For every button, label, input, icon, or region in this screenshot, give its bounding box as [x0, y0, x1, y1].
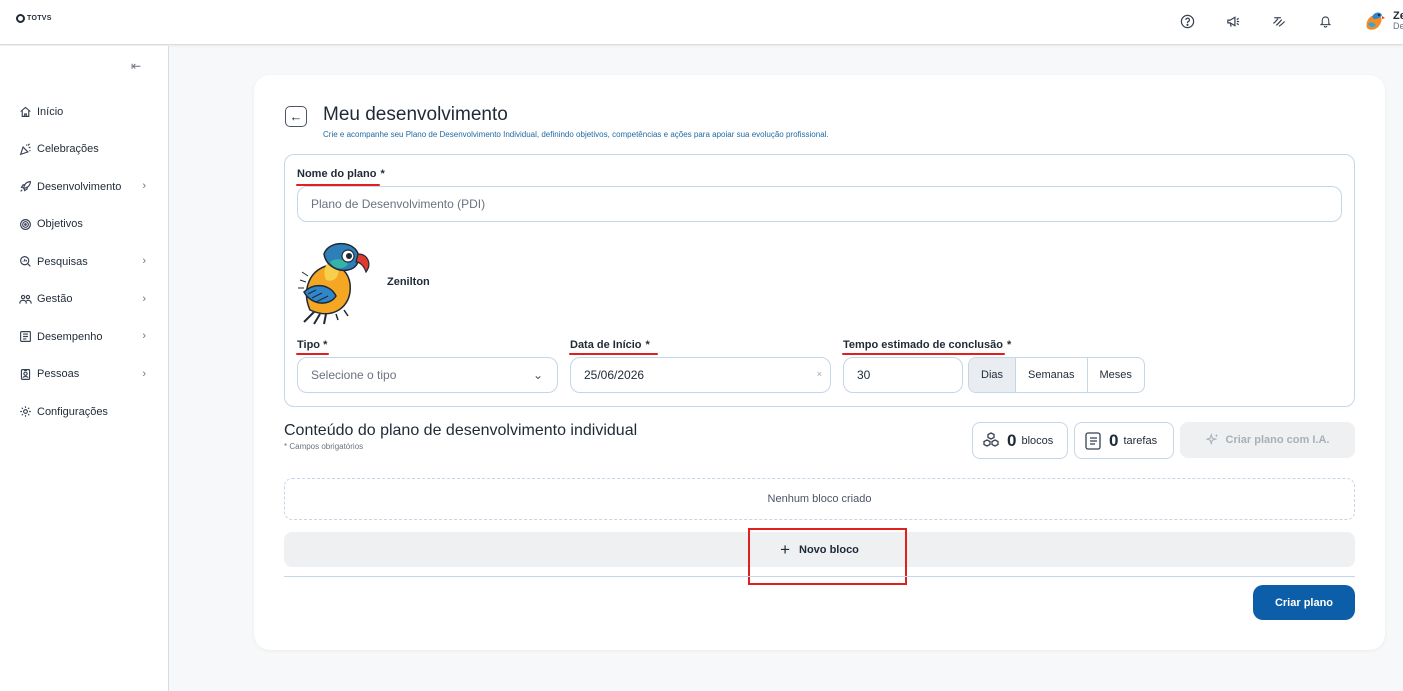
top-icons: Ze De — [1177, 8, 1403, 34]
people-icon — [19, 294, 32, 304]
top-bar: TOTVS Ze De — [0, 0, 1403, 45]
home-icon — [20, 106, 31, 118]
blocks-label: blocos — [1021, 434, 1054, 447]
unit-months-option[interactable]: Meses — [1088, 358, 1144, 392]
back-button[interactable]: ← — [285, 106, 307, 127]
start-date-label-text: Data de Início — [570, 339, 642, 351]
duration-value: 30 — [857, 368, 871, 382]
party-icon — [19, 143, 31, 156]
annotation-underline — [296, 353, 329, 355]
logo-mark-icon — [16, 14, 25, 23]
required-marker: * — [1006, 339, 1012, 351]
plan-name-input[interactable]: Plano de Desenvolvimento (PDI) — [297, 186, 1342, 222]
plan-name-label: Nome do plano * — [297, 168, 385, 180]
sidebar: ⇤ Início Celebrações Desenvolvimento › O… — [0, 46, 169, 691]
page-subtitle: Crie e acompanhe seu Plano de Desenvolvi… — [323, 130, 829, 139]
parrot-avatar — [298, 242, 370, 325]
content-section-title: Conteúdo do plano de desenvolvimento ind… — [284, 422, 638, 439]
start-date-value: 25/06/2026 — [584, 368, 645, 382]
create-with-ai-label: Criar plano com I.A. — [1225, 434, 1330, 446]
page-title: Meu desenvolvimento — [323, 104, 508, 125]
chevron-right-icon: › — [142, 180, 146, 192]
duration-label-text: Tempo estimado de conclusão — [843, 339, 1003, 351]
plan-name-label-text: Nome do plano — [297, 168, 377, 180]
logo-text: TOTVS — [27, 15, 52, 22]
sign-language-icon[interactable] — [1269, 11, 1289, 31]
sidebar-item-pesquisas[interactable]: Pesquisas › — [0, 243, 168, 281]
megaphone-icon[interactable] — [1223, 11, 1243, 31]
checklist-icon — [1085, 431, 1101, 450]
search-icon — [20, 256, 31, 268]
sidebar-item-pessoas[interactable]: Pessoas › — [0, 356, 168, 394]
duration-input[interactable]: 30 — [843, 357, 963, 393]
collapse-sidebar-icon[interactable]: ⇤ — [131, 59, 141, 73]
unit-weeks-option[interactable]: Semanas — [1016, 358, 1088, 392]
blocks-counter: 0 blocos — [972, 422, 1068, 459]
plan-form: Nome do plano * Plano de Desenvolvimento … — [284, 154, 1355, 407]
sidebar-item-label: Início — [37, 105, 64, 118]
create-plan-button[interactable]: Criar plano — [1253, 585, 1355, 620]
scorecard-icon — [20, 331, 31, 343]
duration-unit-toggle: Dias Semanas Meses — [968, 357, 1145, 393]
start-date-input[interactable]: 25/06/2026 × — [570, 357, 831, 393]
user-role-text: De — [1393, 21, 1403, 31]
empty-blocks-text: Nenhum bloco criado — [767, 493, 872, 505]
chevron-right-icon: › — [142, 367, 146, 380]
sidebar-item-label: Desempenho — [37, 330, 103, 343]
plan-name-placeholder: Plano de Desenvolvimento (PDI) — [311, 197, 486, 211]
required-marker: * — [645, 339, 650, 351]
main-card: ← Meu desenvolvimento Crie e acompanhe s… — [254, 75, 1385, 650]
sidebar-item-label: Pesquisas — [37, 255, 88, 268]
tasks-count: 0 — [1109, 430, 1119, 450]
user-name[interactable]: Ze De — [1393, 11, 1403, 31]
sidebar-item-configuracoes[interactable]: Configurações — [0, 393, 168, 431]
help-icon[interactable] — [1177, 11, 1197, 31]
chevron-down-icon: ⌄ — [532, 368, 543, 382]
sparkle-icon — [1205, 433, 1218, 446]
rocket-icon — [20, 181, 31, 193]
sidebar-item-label: Desenvolvimento — [37, 180, 122, 193]
sidebar-item-label: Objetivos — [37, 218, 83, 231]
required-fields-note: * Campos obrigatórios — [284, 442, 364, 451]
arrow-left-icon: ← — [289, 109, 303, 124]
target-icon — [20, 218, 31, 230]
sidebar-item-desenvolvimento[interactable]: Desenvolvimento › — [0, 168, 168, 206]
blocks-count: 0 — [1007, 430, 1017, 450]
sidebar-nav: Início Celebrações Desenvolvimento › Obj… — [0, 93, 168, 431]
sidebar-item-inicio[interactable]: Início — [0, 93, 168, 131]
start-date-label: Data de Início * — [570, 339, 650, 351]
type-select[interactable]: Selecione o tipo ⌄ — [297, 357, 558, 393]
sidebar-item-celebracoes[interactable]: Celebrações — [0, 131, 168, 169]
type-label: Tipo * — [297, 339, 328, 351]
sidebar-item-label: Configurações — [37, 405, 108, 418]
badge-icon — [20, 368, 31, 380]
duration-label: Tempo estimado de conclusão * — [843, 339, 1011, 351]
sidebar-item-objetivos[interactable]: Objetivos — [0, 206, 168, 244]
required-marker: * — [380, 168, 385, 180]
annotation-underline — [569, 353, 658, 355]
person-name: Zenilton — [387, 276, 430, 288]
create-with-ai-button[interactable]: Criar plano com I.A. — [1180, 422, 1355, 458]
tasks-counter: 0 tarefas — [1074, 422, 1174, 459]
tasks-label: tarefas — [1123, 434, 1158, 447]
app-logo[interactable]: TOTVS — [16, 14, 52, 23]
unit-days-option[interactable]: Dias — [969, 358, 1017, 392]
annotation-underline — [842, 353, 1005, 355]
empty-blocks-area: Nenhum bloco criado — [284, 478, 1355, 520]
sidebar-item-label: Gestão — [37, 293, 73, 306]
sidebar-item-label: Pessoas — [37, 368, 80, 381]
divider — [284, 576, 1355, 577]
chevron-right-icon: › — [142, 255, 146, 267]
user-avatar[interactable] — [1361, 8, 1387, 34]
type-placeholder: Selecione o tipo — [311, 368, 397, 382]
gear-icon — [20, 406, 31, 418]
blocks-icon — [983, 431, 999, 447]
sidebar-item-label: Celebrações — [37, 143, 99, 156]
sidebar-item-desempenho[interactable]: Desempenho › — [0, 318, 168, 356]
sidebar-item-gestao[interactable]: Gestão › — [0, 281, 168, 319]
bell-icon[interactable] — [1315, 11, 1335, 31]
chevron-right-icon: › — [142, 330, 146, 342]
clear-icon[interactable]: × — [817, 369, 822, 379]
chevron-right-icon: › — [142, 292, 146, 305]
